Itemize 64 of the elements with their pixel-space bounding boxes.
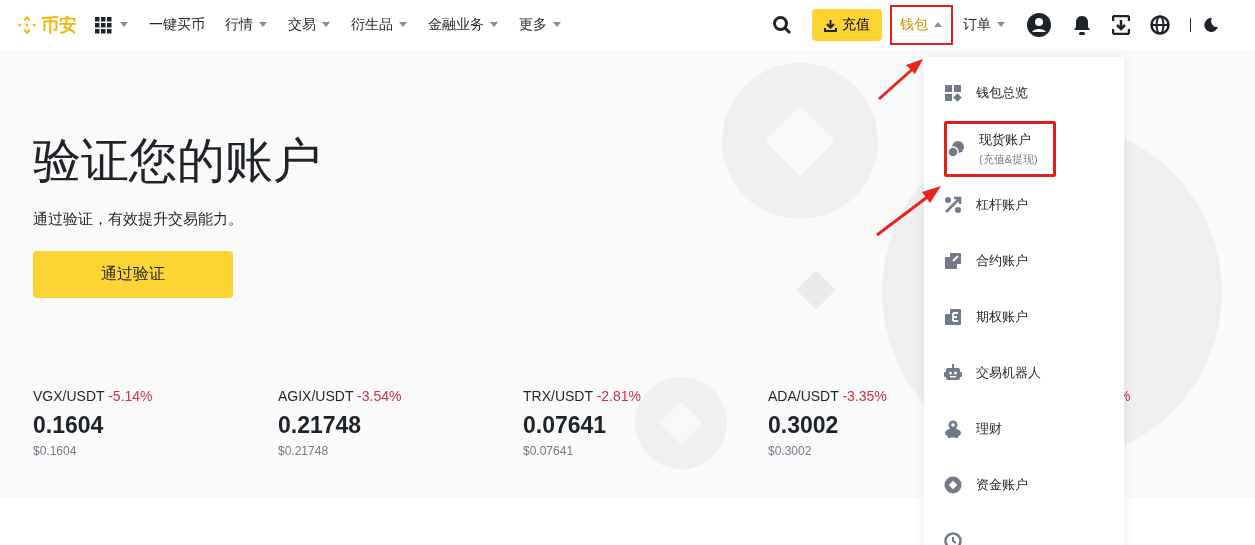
coins-icon (947, 140, 965, 158)
download-icon[interactable] (1112, 15, 1130, 35)
price: 0.07641 (523, 412, 607, 439)
nav-item[interactable]: 一键买币 (149, 5, 205, 45)
menu-item-label: 理财 (976, 420, 1002, 438)
piggy-bank-icon (944, 420, 962, 438)
price-change: -3.54% (357, 388, 402, 404)
usd-price: $0.21748 (278, 444, 329, 458)
menu-item[interactable]: 现货账户 (充值&提现) (944, 121, 1056, 177)
price: 0.21748 (278, 412, 362, 439)
download-icon (824, 18, 837, 32)
nav-item[interactable]: 交易 (288, 5, 331, 45)
menu-item-label: 合约账户 (976, 252, 1028, 270)
trading-pair[interactable]: TRX/USDT (523, 388, 593, 404)
coin-icon (944, 476, 962, 494)
menu-item-label: 交易机器人 (976, 364, 1041, 382)
menu-item[interactable]: 钱包总览 (944, 65, 1056, 121)
price-change: -2.81% (596, 388, 641, 404)
price: 0.3002 (768, 412, 839, 439)
chart-card-icon (944, 252, 962, 270)
menu-item-sublabel: (充值&提现) (979, 152, 1038, 167)
price-change: -3.35% (842, 388, 887, 404)
clock-icon (944, 532, 962, 545)
page-title: 验证您的账户 (33, 133, 321, 189)
caret-icon (119, 22, 129, 28)
menu-item-label: 期权账户 (976, 308, 1028, 326)
menu-item-label: 杠杆账户 (976, 196, 1028, 214)
apps-menu-button[interactable] (95, 16, 129, 34)
menu-item[interactable]: 理财 (944, 401, 1056, 457)
usd-price: $0.1604 (33, 444, 77, 458)
subtitle: 通过验证，有效提升交易能力。 (33, 210, 243, 229)
trading-pair[interactable]: VGX/USDT (33, 388, 105, 404)
price-change: -5.14% (108, 388, 153, 404)
annotation-arrow (876, 56, 926, 102)
nav-item[interactable]: 更多 (519, 5, 562, 45)
price: 0.1604 (33, 412, 104, 439)
letter-card-icon (944, 308, 962, 326)
globe-icon[interactable] (1150, 15, 1170, 35)
usd-price: $0.07641 (523, 444, 574, 458)
menu-item[interactable]: 期权账户 (944, 289, 1056, 345)
menu-item-label: 钱包总览 (976, 84, 1028, 102)
menu-item[interactable]: 交易机器人 (944, 345, 1056, 401)
moon-icon[interactable] (1203, 17, 1219, 33)
nav-item[interactable]: 行情 (225, 5, 268, 45)
usd-price: $0.3002 (768, 444, 812, 458)
verify-button[interactable]: 通过验证 (33, 251, 233, 298)
deposit-button[interactable]: 充值 (812, 9, 882, 41)
menu-item-label: 现货账户 (979, 131, 1032, 149)
menu-item[interactable]: 资金账户 (944, 457, 1056, 513)
user-avatar-icon[interactable] (1026, 12, 1052, 38)
grid-icon (944, 84, 962, 102)
percent-icon (944, 196, 962, 214)
menu-item-label: 资金账户 (976, 476, 1028, 494)
bell-icon[interactable] (1072, 14, 1092, 36)
search-icon[interactable] (772, 15, 792, 35)
nav-item[interactable]: 金融业务 (428, 5, 499, 45)
menu-item[interactable]: 杠杆账户 (944, 177, 1056, 233)
nav-item[interactable]: 衍生品 (351, 5, 408, 45)
trading-pair[interactable]: AGIX/USDT (278, 388, 354, 404)
orders-menu-button[interactable]: 订单 (963, 5, 1006, 45)
logo-icon (16, 14, 38, 36)
menu-item[interactable]: 合约账户 (944, 233, 1056, 289)
trading-pair[interactable]: ADA/USDT (768, 388, 839, 404)
robot-icon (944, 364, 962, 382)
